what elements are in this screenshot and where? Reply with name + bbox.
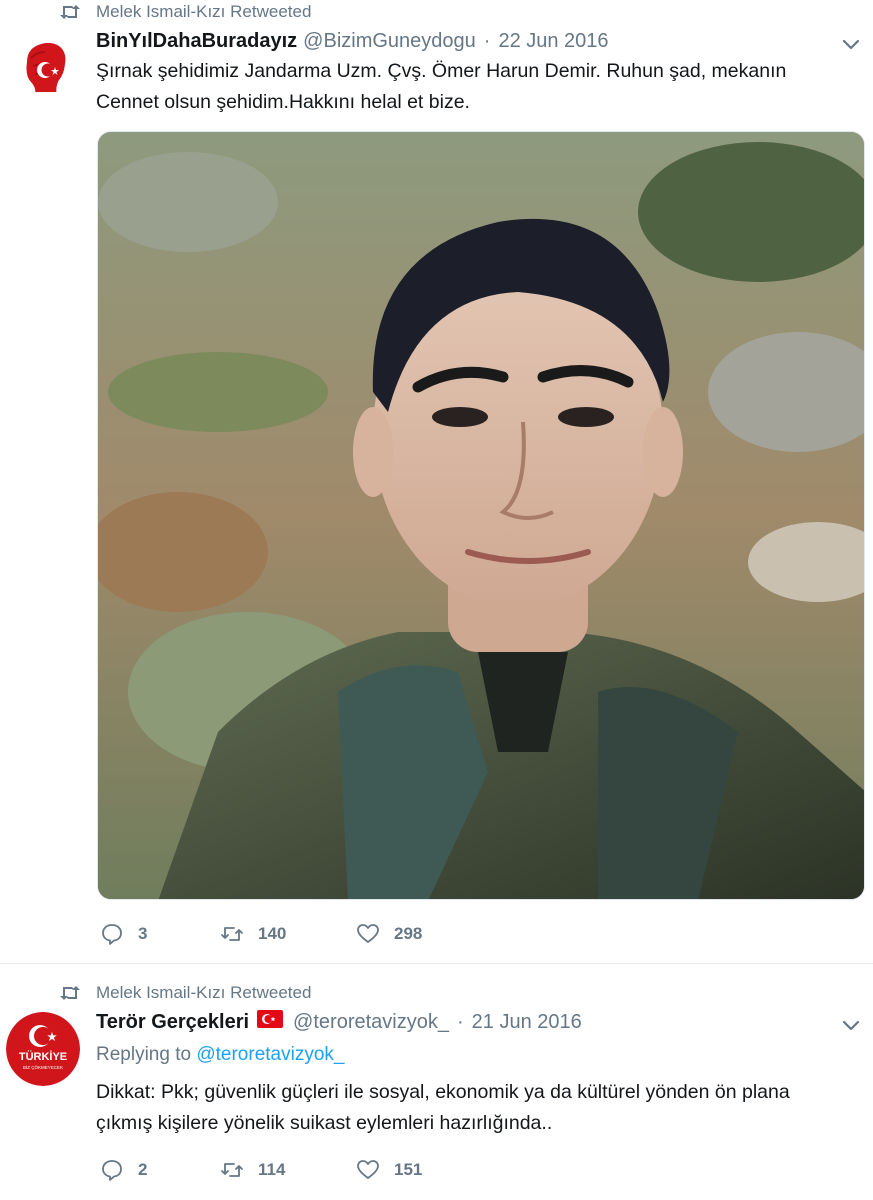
- retweet-icon: [60, 5, 80, 19]
- like-button[interactable]: 298: [356, 922, 422, 946]
- retweet-icon: [221, 927, 243, 941]
- tweet-text-line: çıkmış kişilere yönelik suikast eylemler…: [96, 1112, 553, 1134]
- retweet-button[interactable]: 114: [220, 1158, 356, 1182]
- reply-icon: [102, 1160, 122, 1181]
- reply-count: 3: [138, 924, 148, 943]
- display-name[interactable]: BinYılDahaBuradayız: [96, 30, 297, 53]
- replying-to: Replying to @teroretavizyok_: [96, 1044, 344, 1066]
- reply-icon: [102, 924, 122, 945]
- avatar[interactable]: [17, 36, 73, 92]
- retweet-icon: [221, 1163, 243, 1177]
- separator: ·: [456, 1011, 464, 1033]
- avatar[interactable]: TÜRKİYE BİZ ÇÖKMEYECEK: [6, 1012, 80, 1086]
- chevron-down-icon[interactable]: [839, 1013, 863, 1037]
- like-count: 298: [394, 924, 423, 943]
- retweet-context: Melek Ismail-Kızı Retweeted: [58, 0, 311, 24]
- reply-button[interactable]: 3: [100, 922, 220, 946]
- display-name[interactable]: Terör Gerçekleri: [96, 1011, 249, 1034]
- tweet-text: Şırnak şehidimiz Jandarma Uzm. Çvş. Ömer…: [96, 56, 856, 118]
- tweet-text-line: Dikkat: Pkk; güvenlik güçleri ile sosyal…: [96, 1081, 790, 1103]
- like-icon: [357, 1160, 379, 1179]
- retweet-icon: [60, 986, 80, 1000]
- retweeted-by-label[interactable]: Melek Ismail-Kızı Retweeted: [96, 2, 311, 22]
- flag-icon: [257, 1010, 284, 1028]
- like-count: 151: [394, 1160, 423, 1179]
- like-icon: [357, 924, 379, 943]
- replying-to-handle[interactable]: @teroretavizyok_: [196, 1044, 344, 1065]
- tweet-text: Dikkat: Pkk; güvenlik güçleri ile sosyal…: [96, 1077, 856, 1139]
- retweet-count: 114: [258, 1160, 286, 1179]
- reply-button[interactable]: 2: [100, 1158, 220, 1182]
- tweet-text-line: Şırnak şehidimiz Jandarma Uzm. Çvş. Ömer…: [96, 60, 787, 82]
- tweet[interactable]: Melek Ismail-Kızı Retweeted TÜRKİYE BİZ …: [0, 964, 873, 1200]
- retweet-count: 140: [258, 924, 287, 943]
- reply-count: 2: [138, 1160, 148, 1179]
- timestamp[interactable]: 22 Jun 2016: [498, 30, 608, 53]
- tweet-text-line: Cennet olsun şehidim.Hakkını helal et bi…: [96, 91, 470, 113]
- avatar-text: TÜRKİYE: [19, 1050, 67, 1063]
- tweet-header: Terör Gerçekleri @teroretavizyok_ · 21 J…: [96, 1010, 813, 1034]
- like-button[interactable]: 151: [356, 1158, 422, 1182]
- tweet-actions: 3 140 298: [100, 922, 422, 946]
- separator: ·: [483, 30, 491, 52]
- retweeted-by-label[interactable]: Melek Ismail-Kızı Retweeted: [96, 983, 311, 1003]
- retweet-button[interactable]: 140: [220, 922, 356, 946]
- username[interactable]: @BizimGuneydogu: [303, 30, 476, 53]
- chevron-down-icon[interactable]: [839, 32, 863, 56]
- retweet-context: Melek Ismail-Kızı Retweeted: [58, 981, 311, 1005]
- avatar-subtext: BİZ ÇÖKMEYECEK: [23, 1064, 63, 1070]
- tweet-actions: 2 114 151: [100, 1158, 422, 1182]
- tweet-photo[interactable]: [97, 131, 865, 900]
- tweet[interactable]: Melek Ismail-Kızı Retweeted BinYılDahaBu…: [0, 0, 873, 964]
- timestamp[interactable]: 21 Jun 2016: [472, 1011, 582, 1034]
- tweet-header: BinYılDahaBuradayız @BizimGuneydogu · 22…: [96, 30, 813, 53]
- username[interactable]: @teroretavizyok_: [293, 1011, 449, 1034]
- replying-to-label: Replying to: [96, 1044, 192, 1065]
